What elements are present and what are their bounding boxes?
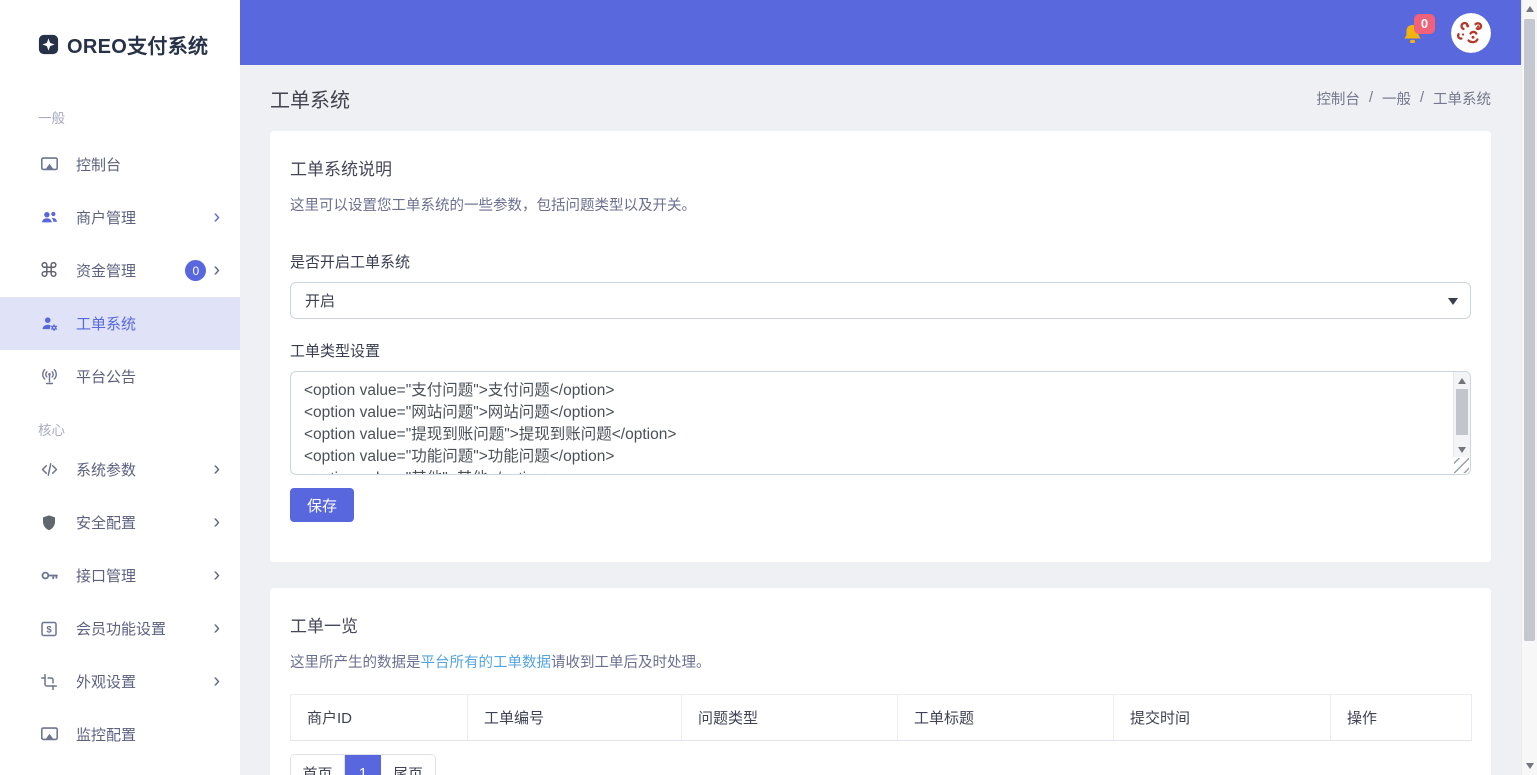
sidebar-item-merchants[interactable]: 商户管理 › [0,191,240,244]
pagination-first-button[interactable]: 首页 [291,755,345,775]
column-header-submit-time: 提交时间 [1114,695,1331,741]
chevron-right-icon: › [213,618,220,640]
page-scrollbar-thumb[interactable] [1524,19,1535,641]
scroll-up-icon[interactable] [1454,373,1470,388]
command-icon: ⌘ [38,260,60,282]
key-icon [38,565,60,587]
sidebar-item-funds[interactable]: ⌘ 资金管理 0 › [0,244,240,297]
textarea-scrollbar-thumb[interactable] [1456,389,1468,435]
orders-card-title: 工单一览 [290,612,1471,637]
crop-icon [38,671,60,693]
breadcrumb-separator: / [1369,90,1373,106]
sidebar-section-core: 核心 [0,419,240,439]
chevron-right-icon: › [213,260,220,282]
column-header-ticket-title: 工单标题 [898,695,1114,741]
column-header-actions: 操作 [1331,695,1472,741]
monitor-icon [38,724,60,746]
chevron-right-icon: › [213,512,220,534]
main-content: 工单系统 控制台 / 一般 / 工单系统 工单系统说明 这里可以设置您工单系统的… [240,65,1521,775]
ticket-list-card: 工单一览 这里所产生的数据是平台所有的工单数据请收到工单后及时处理。 商户ID … [270,588,1491,775]
page-title: 工单系统 [270,84,350,113]
table-header-row: 商户ID 工单编号 问题类型 工单标题 提交时间 操作 [291,695,1472,741]
app-logo: OREO支付系统 [0,0,240,59]
save-button[interactable]: 保存 [290,488,354,522]
sidebar-item-system-params[interactable]: 系统参数 › [0,443,240,496]
page-header: 工单系统 控制台 / 一般 / 工单系统 [240,65,1521,131]
chevron-right-icon: › [213,459,220,481]
sidebar-item-appearance[interactable]: 外观设置 › [0,655,240,708]
sidebar-item-label: 接口管理 [76,565,136,586]
breadcrumb-console[interactable]: 控制台 [1316,88,1360,109]
breadcrumb-separator: / [1420,90,1424,106]
tickets-table: 商户ID 工单编号 问题类型 工单标题 提交时间 操作 [290,694,1472,741]
logo-badge-icon [37,33,60,56]
sidebar: OREO支付系统 一般 控制台 商户管理 › ⌘ 资金管理 0 › 工单系统 平… [0,0,240,775]
sidebar-section-general: 一般 [0,107,240,127]
breadcrumb-general[interactable]: 一般 [1382,88,1411,109]
sidebar-item-label: 工单系统 [76,313,136,334]
pagination-current-page[interactable]: 1 [345,755,381,775]
scroll-down-icon[interactable] [1454,442,1470,457]
sidebar-item-console[interactable]: 控制台 [0,138,240,191]
sidebar-item-label: 系统参数 [76,459,136,480]
breadcrumb-tickets[interactable]: 工单系统 [1433,88,1491,109]
settings-card-description: 这里可以设置您工单系统的一些参数，包括问题类型以及开关。 [290,194,1471,215]
user-avatar[interactable] [1451,13,1491,53]
chevron-right-icon: › [213,565,220,587]
sidebar-item-api[interactable]: 接口管理 › [0,549,240,602]
sidebar-item-monitoring[interactable]: 监控配置 [0,708,240,761]
ticket-toggle-label: 是否开启工单系统 [290,251,1471,272]
topbar: 0 [240,0,1521,65]
sidebar-item-announcements[interactable]: 平台公告 [0,350,240,403]
all-tickets-link[interactable]: 平台所有的工单数据 [421,655,552,671]
selected-option: 开启 [305,290,335,311]
column-header-ticket-number: 工单编号 [468,695,682,741]
sidebar-item-label: 资金管理 [76,260,136,281]
sidebar-item-member-features[interactable]: $ 会员功能设置 › [0,602,240,655]
orders-description-suffix: 请收到工单后及时处理。 [551,655,711,671]
ticket-types-textarea[interactable]: <option value="支付问题">支付问题</option> <opti… [290,371,1471,475]
sidebar-item-tickets[interactable]: 工单系统 [0,297,240,350]
ticket-settings-card: 工单系统说明 这里可以设置您工单系统的一些参数，包括问题类型以及开关。 是否开启… [270,131,1491,562]
scroll-up-icon[interactable] [1522,1,1537,17]
funds-count-badge: 0 [185,260,206,281]
textarea-scrollbar[interactable] [1453,372,1470,457]
pagination-last-button[interactable]: 尾页 [381,755,435,775]
user-gear-icon [38,313,60,335]
orders-card-description: 这里所产生的数据是平台所有的工单数据请收到工单后及时处理。 [290,651,1471,672]
svg-text:$: $ [46,624,52,635]
shield-icon [38,512,60,534]
chevron-right-icon: › [213,671,220,693]
sidebar-item-label: 平台公告 [76,366,136,387]
pagination: 首页 1 尾页 [290,754,436,775]
sidebar-item-security[interactable]: 安全配置 › [0,496,240,549]
code-icon [38,459,60,481]
caret-down-icon [1448,298,1458,305]
settings-card-title: 工单系统说明 [290,155,1471,180]
breadcrumb: 控制台 / 一般 / 工单系统 [1316,88,1491,109]
ticket-toggle-select[interactable]: 开启 [290,282,1471,319]
orders-description-prefix: 这里所产生的数据是 [290,655,421,671]
users-icon [38,207,60,229]
monitor-icon [38,154,60,176]
sidebar-item-label: 外观设置 [76,671,136,692]
column-header-merchant-id: 商户ID [291,695,468,741]
column-header-issue-type: 问题类型 [682,695,898,741]
broadcast-icon [38,366,60,388]
scroll-down-icon[interactable] [1522,758,1537,774]
sidebar-item-label: 会员功能设置 [76,618,166,639]
notification-count-badge: 0 [1414,14,1435,34]
sidebar-item-label: 控制台 [76,154,121,175]
sidebar-item-label: 商户管理 [76,207,136,228]
ticket-types-label: 工单类型设置 [290,340,1471,361]
notifications-button[interactable]: 0 [1397,18,1427,48]
dollar-box-icon: $ [38,618,60,640]
sidebar-item-label: 安全配置 [76,512,136,533]
chevron-right-icon: › [213,207,220,229]
sidebar-item-label: 监控配置 [76,724,136,745]
logo-text: OREO支付系统 [67,30,208,59]
resize-grip-icon[interactable] [1454,458,1469,473]
ticket-types-value: <option value="支付问题">支付问题</option> <opti… [291,372,1452,474]
page-scrollbar[interactable] [1521,0,1537,775]
